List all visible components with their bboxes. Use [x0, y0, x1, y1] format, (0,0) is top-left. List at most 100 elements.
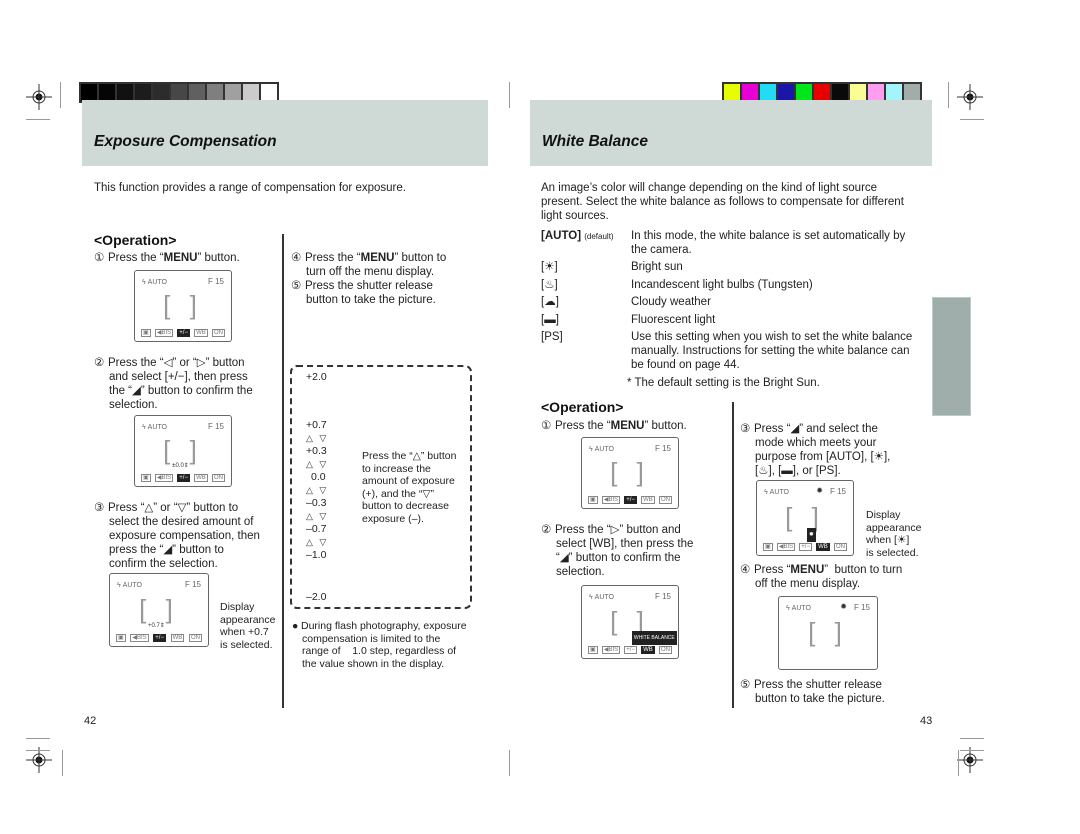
display-caption: Display appearance when +0.7 is selected…	[220, 601, 276, 651]
trim-line	[960, 119, 984, 120]
cloud-icon: [☁]	[541, 296, 559, 308]
step-4: ④ Press the “MENU” button to turn off the…	[291, 252, 447, 306]
lcd-display-menu: ϟ AUTO F 15 [ ] ▣ ◀BIS +/− WB ON	[581, 437, 679, 509]
focus-frame: [ ]	[808, 616, 848, 647]
wb-mode-incandescent: [♨] Incandescent light bulbs (Tungsten)	[541, 279, 813, 291]
scale-value: +0.7	[306, 419, 327, 431]
color-swatch	[778, 84, 794, 101]
up-down-arrows-icon: △ ▽	[306, 537, 329, 547]
grayscale-swatch	[225, 84, 241, 101]
focus-frame: [ ]	[139, 593, 179, 624]
incandescent-bulb-icon: [♨]	[541, 279, 558, 291]
default-note: * The default setting is the Bright Sun.	[627, 377, 820, 389]
up-down-arrows-icon: △ ▽	[306, 485, 329, 495]
lcd-display-plus-0-7: ϟ AUTO F 15 [ ] +0.7⇕ ▣ ◀BIS +/− WB ON	[109, 573, 209, 647]
grayscale-swatch	[189, 84, 205, 101]
focus-frame: [ ]	[163, 289, 203, 320]
sun-selected-icon: ✹	[806, 528, 816, 542]
trim-line	[26, 738, 50, 739]
grayscale-swatch	[99, 84, 115, 101]
fluorescent-light-icon: [▬]	[541, 314, 559, 326]
trim-line	[948, 82, 949, 108]
scale-value: +2.0	[306, 371, 327, 383]
scale-value: –0.3	[306, 497, 327, 509]
column-divider	[732, 402, 734, 708]
scale-value: +0.3	[306, 445, 327, 457]
wb-mode-cloudy: [☁] Cloudy weather	[541, 296, 711, 308]
color-swatch	[886, 84, 902, 101]
trim-line	[509, 82, 510, 108]
grayscale-swatch	[81, 84, 97, 101]
sun-indicator-icon: ✹	[816, 486, 823, 495]
lcd-display-shooting: ϟ AUTO ✹ F 15 [ ]	[778, 596, 878, 670]
page-title: White Balance	[542, 133, 648, 150]
scale-value: –2.0	[306, 591, 327, 603]
section-header-exposure: Exposure Compensation	[82, 100, 488, 166]
color-swatch	[850, 84, 866, 101]
step-5: ⑤ Press the shutter release button to tak…	[740, 679, 885, 705]
lcd-display-menu: ϟ AUTO F 15 [ ] ▣ ◀BIS +/− WB ON	[134, 270, 232, 342]
grayscale-swatch	[135, 84, 151, 101]
wb-mode-fluorescent: [▬] Fluorescent light	[541, 314, 716, 326]
grayscale-swatch	[171, 84, 187, 101]
color-swatch	[904, 84, 920, 101]
grayscale-swatch	[117, 84, 133, 101]
lcd-display-bright-sun: ϟ AUTO ✹ F 15 [ ] ✹ ▣ ◀BIS +/− WB ON	[756, 480, 854, 556]
trim-line	[62, 750, 63, 776]
menu-icons: ▣ ◀BIS +/− WB ON	[141, 329, 225, 337]
preset-icon: [PS]	[541, 331, 563, 343]
grayscale-swatch	[261, 84, 277, 101]
grayscale-swatch	[153, 84, 169, 101]
operation-heading: <Operation>	[94, 232, 177, 248]
lcd-display-exposure-select: ϟ AUTO F 15 [ ] ±0.0⇕ ▣ ◀BIS +/− WB ON	[134, 415, 232, 487]
step-3: ③ Press “◢” and select the mode which mee…	[740, 423, 891, 477]
focus-frame: [ ]	[610, 456, 650, 487]
up-down-arrows-icon: △ ▽	[306, 511, 329, 521]
step-2: ② Press the “▷” button and select [WB], t…	[541, 524, 694, 578]
step-3: ③ Press “△” or “▽” button to select the d…	[94, 502, 260, 570]
trim-line	[960, 738, 984, 739]
operation-heading: <Operation>	[541, 399, 624, 415]
intro-text: An image’s color will change depending o…	[541, 182, 904, 222]
intro-text: This function provides a range of compen…	[94, 182, 406, 194]
trim-line	[958, 750, 959, 776]
color-swatch	[814, 84, 830, 101]
color-swatch	[724, 84, 740, 101]
column-divider	[282, 234, 284, 708]
page-title: Exposure Compensation	[94, 133, 277, 150]
registration-mark-top-right	[957, 84, 983, 110]
color-swatch	[796, 84, 812, 101]
color-swatch	[832, 84, 848, 101]
scale-value: –1.0	[306, 549, 327, 561]
trim-line	[60, 82, 61, 108]
step-1: ① Press the “MENU” button.	[541, 420, 687, 432]
up-down-arrows-icon: △ ▽	[306, 459, 329, 469]
trim-line	[26, 119, 50, 120]
scale-note: Press the “△” button to increase the amo…	[362, 450, 457, 525]
page-number: 43	[920, 715, 933, 727]
focus-frame: [ ]	[163, 434, 203, 465]
color-swatch	[742, 84, 758, 101]
exposure-scale-middle: +0.7 △ ▽ +0.3 △ ▽ 0.0 △ ▽ –0.3 △ ▽ –0.7 …	[306, 419, 328, 562]
bright-sun-icon: [☀]	[541, 261, 558, 273]
focus-frame: [ ]	[610, 605, 650, 636]
color-swatch	[760, 84, 776, 101]
registration-mark-top-left	[26, 84, 52, 110]
sun-indicator-icon: ✹	[840, 602, 847, 611]
chapter-tab	[932, 297, 971, 416]
scale-value: –0.7	[306, 523, 327, 535]
bullet-icon: ●	[292, 620, 299, 632]
section-header-white-balance: White Balance	[530, 100, 932, 166]
color-swatch	[868, 84, 884, 101]
lcd-display-wb-select: ϟ AUTO F 15 [ ] WHITE BALANCE ▣ ◀BIS +/−…	[581, 585, 679, 659]
trim-line	[26, 750, 50, 751]
step-4: ④ Press “MENU” button to turn off the men…	[740, 564, 903, 590]
step-2: ② Press the “◁” or “▷” button and select …	[94, 357, 253, 411]
wb-mode-bright-sun: [☀] Bright sun	[541, 261, 683, 273]
trim-line	[960, 750, 984, 751]
up-down-arrows-icon: △ ▽	[306, 433, 329, 443]
grayscale-swatch	[207, 84, 223, 101]
scale-value: 0.0	[311, 471, 326, 483]
display-caption: Display appearance when [☀] is selected.	[866, 509, 922, 559]
exposure-scale: +2.0	[306, 371, 327, 384]
